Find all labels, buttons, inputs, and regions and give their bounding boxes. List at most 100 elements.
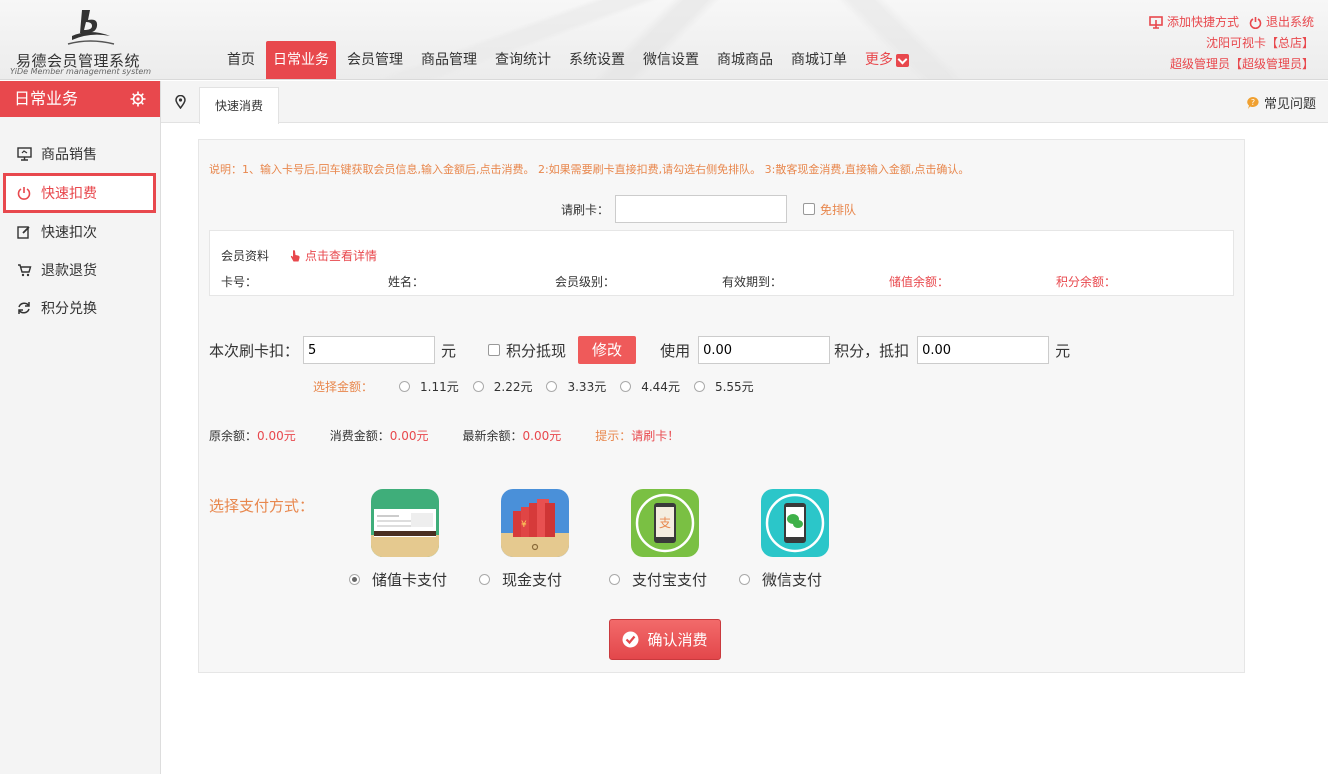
nav-product-management[interactable]: 商品管理 [414,41,484,79]
field-member-level: 会员级别： [555,275,616,289]
new-balance-value: 0.00元 [522,429,562,443]
payment-option-stored-card[interactable]: 储值卡支付 [349,489,449,590]
card-label: 请刷卡： [561,202,610,217]
wechat-icon[interactable] [761,489,829,557]
sidebar-item-label: 退款退货 [41,263,97,279]
balance-row: 原余额：0.00元 消费金额：0.00元 最新余额：0.00元 提示：请刷卡！ [209,427,713,444]
sidebar-item-refund[interactable]: 退款退货 [0,251,160,289]
main-nav: 首页 日常业务 会员管理 商品管理 查询统计 系统设置 微信设置 商城商品 商城… [220,41,920,79]
amount-radio[interactable] [693,381,705,392]
sidebar-title: 日常业务 [14,89,79,108]
points-offset-label[interactable]: 积分抵现 [506,340,566,361]
check-circle-icon [622,631,639,648]
member-detail-link[interactable]: 点击查看详情 [289,247,377,264]
deduct-label: 本次刷卡扣： [209,341,300,360]
nav-home[interactable]: 首页 [220,41,262,79]
sidebar-item-label: 快速扣次 [41,225,97,241]
payment-option-alipay[interactable]: 支 支付宝支付 [609,489,709,590]
cash-label: 现金支付 [502,571,563,589]
tip-label: 提示： [595,429,632,443]
use-points-input[interactable] [698,336,831,364]
pay-method-label: 选择支付方式： [209,497,315,515]
card-input[interactable] [615,195,788,223]
add-shortcut-link[interactable]: 添加快捷方式 [1149,12,1239,33]
alipay-label: 支付宝支付 [632,571,708,589]
amount-option[interactable]: 2.22元 [472,378,532,395]
sidebar-item-quick-count[interactable]: 快速扣次 [0,213,160,251]
points-offset-checkbox[interactable] [488,344,501,356]
logout-label: 退出系统 [1265,15,1314,29]
sidebar-item-product-sales[interactable]: 商品销售 [0,135,160,173]
payment-option-cash[interactable]: ¥ 现金支付 [479,489,579,590]
tab-quick-consume[interactable]: 快速消费 [199,87,280,124]
nav-member-management[interactable]: 会员管理 [340,41,410,79]
sidebar-item-quick-charge[interactable]: 快速扣费 [3,173,156,213]
store-name[interactable]: 沈阳可视卡【总店】 [1149,33,1314,54]
power-icon [17,187,31,200]
monitor-icon [16,147,32,161]
amount-radio[interactable] [546,381,558,392]
amount-radio[interactable] [620,381,632,392]
sidebar-item-label: 快速扣费 [41,186,97,202]
location-pin-icon[interactable] [175,95,186,109]
logo[interactable]: 易德会员管理系统 YiDe Member management system [8,4,158,76]
points-deduct-label: 积分，抵扣 [834,341,910,360]
amount-option-label: 4.44元 [641,380,680,394]
add-shortcut-label: 添加快捷方式 [1166,15,1239,29]
sidebar-item-points-exchange[interactable]: 积分兑换 [0,289,160,327]
nav-daily-business[interactable]: 日常业务 [266,41,336,79]
nav-query-statistics[interactable]: 查询统计 [488,41,558,79]
select-amount-row: 选择金额： 1.11元 2.22元 3.33元 4.44元 5.55元 [313,378,768,395]
modify-button[interactable]: 修改 [578,336,637,364]
nav-more[interactable]: 更多 [858,41,916,79]
member-info-box: 会员资料 点击查看详情 卡号： 姓名： 会员级别： 有效期到： 储值余额： 积分… [209,230,1234,296]
logout-link[interactable]: 退出系统 [1249,12,1314,33]
field-valid-until: 有效期到： [722,275,783,289]
nav-mall-products[interactable]: 商城商品 [710,41,780,79]
sidebar-header: 日常业务 [0,81,160,117]
sidebar-item-label: 积分兑换 [41,301,97,317]
wechat-radio[interactable] [739,574,750,585]
faq-link[interactable]: ? 常见问题 [1246,93,1316,112]
amount-option[interactable]: 5.55元 [693,378,754,395]
monitor-icon [1149,16,1163,29]
stored-card-radio[interactable] [349,574,360,585]
alipay-icon[interactable]: 支 [631,489,699,557]
chevron-down-icon [896,54,909,67]
points-deduct-amount-input[interactable] [917,336,1050,364]
gear-icon[interactable] [130,91,146,107]
amount-radio[interactable] [399,381,411,392]
cash-icon[interactable]: ¥ [501,489,569,557]
instructions-note: 说明：1、输入卡号后,回车键获取会员信息,输入金额后,点击消费。 2:如果需要刷… [209,163,970,176]
wechat-label: 微信支付 [762,571,823,589]
skip-queue-checkbox[interactable] [803,203,816,215]
nav-system-settings[interactable]: 系统设置 [562,41,632,79]
alipay-radio[interactable] [609,574,620,585]
field-points-balance: 积分余额： [1056,275,1117,289]
original-balance-label: 原余额： [209,429,258,443]
member-detail-label: 点击查看详情 [305,249,378,263]
user-role[interactable]: 超级管理员【超级管理员】 [1149,54,1314,75]
cash-radio[interactable] [479,574,490,585]
sidebar-list: 商品销售 快速扣费 快速扣次 退款退货 积分兑换 [0,135,160,327]
sidebar: 日常业务 商品销售 快速扣费 快速扣次 退款退货 积分兑换 [0,81,161,774]
nav-mall-orders[interactable]: 商城订单 [784,41,854,79]
field-name: 姓名： [388,275,425,289]
amount-radio[interactable] [472,381,484,392]
nav-wechat-settings[interactable]: 微信设置 [636,41,706,79]
amount-option[interactable]: 4.44元 [620,378,680,395]
card-swipe-row: 请刷卡： 免排队 [561,195,856,223]
stored-card-icon[interactable] [371,489,439,557]
faq-icon: ? [1247,96,1259,109]
member-info-title: 会员资料 [221,249,270,263]
new-balance-label: 最新余额： [462,429,523,443]
confirm-consume-button[interactable]: 确认消费 [609,619,721,660]
amount-option[interactable]: 1.11元 [399,378,459,395]
amount-option-label: 1.11元 [420,380,459,394]
amount-option[interactable]: 3.33元 [546,378,606,395]
deduct-amount-input[interactable] [303,336,436,364]
payment-option-wechat[interactable]: 微信支付 [739,489,839,590]
skip-queue-label[interactable]: 免排队 [820,201,856,218]
unit-yuan-2: 元 [1055,341,1071,360]
header: 易德会员管理系统 YiDe Member management system 首… [0,0,1328,80]
